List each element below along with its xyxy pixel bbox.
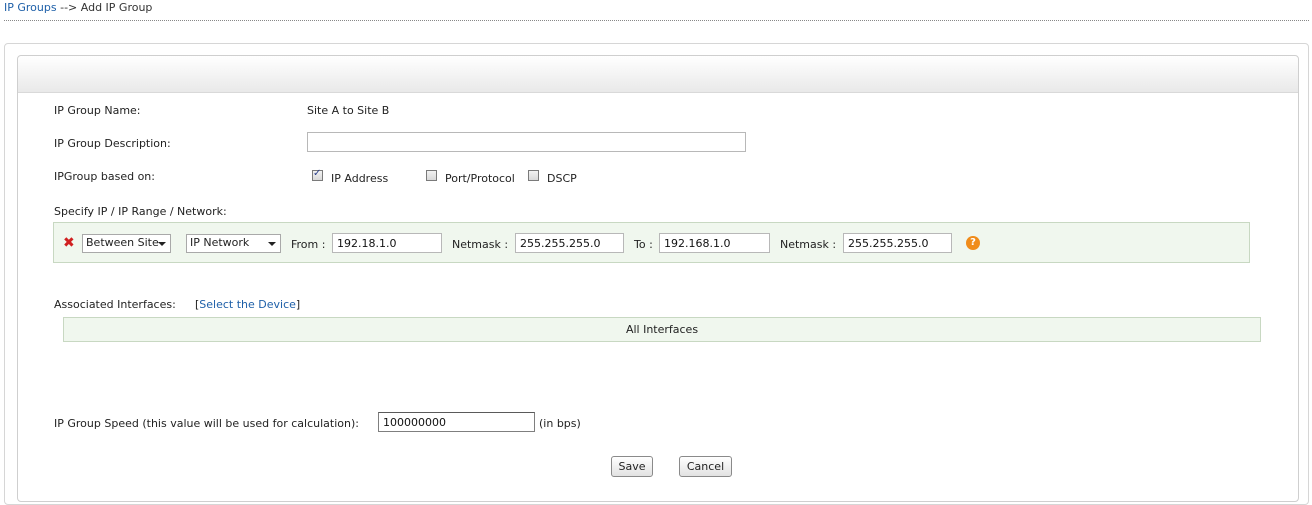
based-on-label: IPGroup based on: [54, 170, 155, 183]
breadcrumb: IP Groups --> Add IP Group [4, 1, 152, 14]
port-protocol-checkbox[interactable] [426, 170, 437, 181]
dscp-checkbox[interactable] [528, 170, 539, 181]
port-protocol-label: Port/Protocol [445, 172, 515, 185]
interfaces-list: All Interfaces [63, 317, 1261, 342]
to-label: To : [634, 238, 653, 251]
speed-input[interactable] [378, 412, 535, 432]
netmask-to-input[interactable] [843, 233, 952, 253]
ip-group-description-input[interactable] [307, 132, 746, 152]
breadcrumb-ip-groups-link[interactable]: IP Groups [4, 1, 57, 14]
chevron-down-icon [268, 242, 276, 246]
type-select-value: IP Network [190, 236, 250, 249]
save-button[interactable]: Save [611, 456, 653, 477]
netmask-from-label: Netmask : [452, 238, 509, 251]
delete-icon[interactable]: ✖ [63, 236, 75, 250]
interfaces-value: All Interfaces [625, 323, 699, 336]
form-panel [17, 55, 1299, 502]
specify-range-label: Specify IP / IP Range / Network: [54, 205, 227, 218]
speed-label: IP Group Speed (this value will be used … [54, 417, 359, 430]
help-icon[interactable]: ? [966, 236, 980, 250]
netmask-from-input[interactable] [515, 233, 624, 253]
speed-unit: (in bps) [539, 417, 581, 430]
from-ip-input[interactable] [332, 233, 442, 253]
to-ip-input[interactable] [659, 233, 770, 253]
scope-select-value: Between Site [86, 236, 159, 249]
select-device-link[interactable]: Select the Device [199, 298, 296, 311]
from-label: From : [291, 238, 326, 251]
netmask-to-label: Netmask : [780, 238, 837, 251]
ip-group-name-value: Site A to Site B [307, 104, 390, 117]
associated-interfaces-label: Associated Interfaces: [54, 298, 176, 311]
breadcrumb-current: Add IP Group [80, 1, 153, 14]
ip-group-description-label: IP Group Description: [54, 137, 171, 150]
type-select[interactable]: IP Network [186, 234, 281, 253]
dscp-label: DSCP [547, 172, 577, 185]
ip-address-label: IP Address [331, 172, 389, 185]
ip-address-checkbox[interactable] [312, 168, 323, 181]
breadcrumb-separator: --> [60, 1, 78, 14]
cancel-button[interactable]: Cancel [679, 456, 732, 477]
select-device-wrapper: [Select the Device] [195, 298, 301, 311]
breadcrumb-divider [4, 20, 1309, 21]
panel-header [18, 56, 1298, 93]
ip-group-name-label: IP Group Name: [54, 104, 141, 117]
chevron-down-icon [158, 242, 166, 246]
scope-select[interactable]: Between Site [82, 234, 171, 253]
